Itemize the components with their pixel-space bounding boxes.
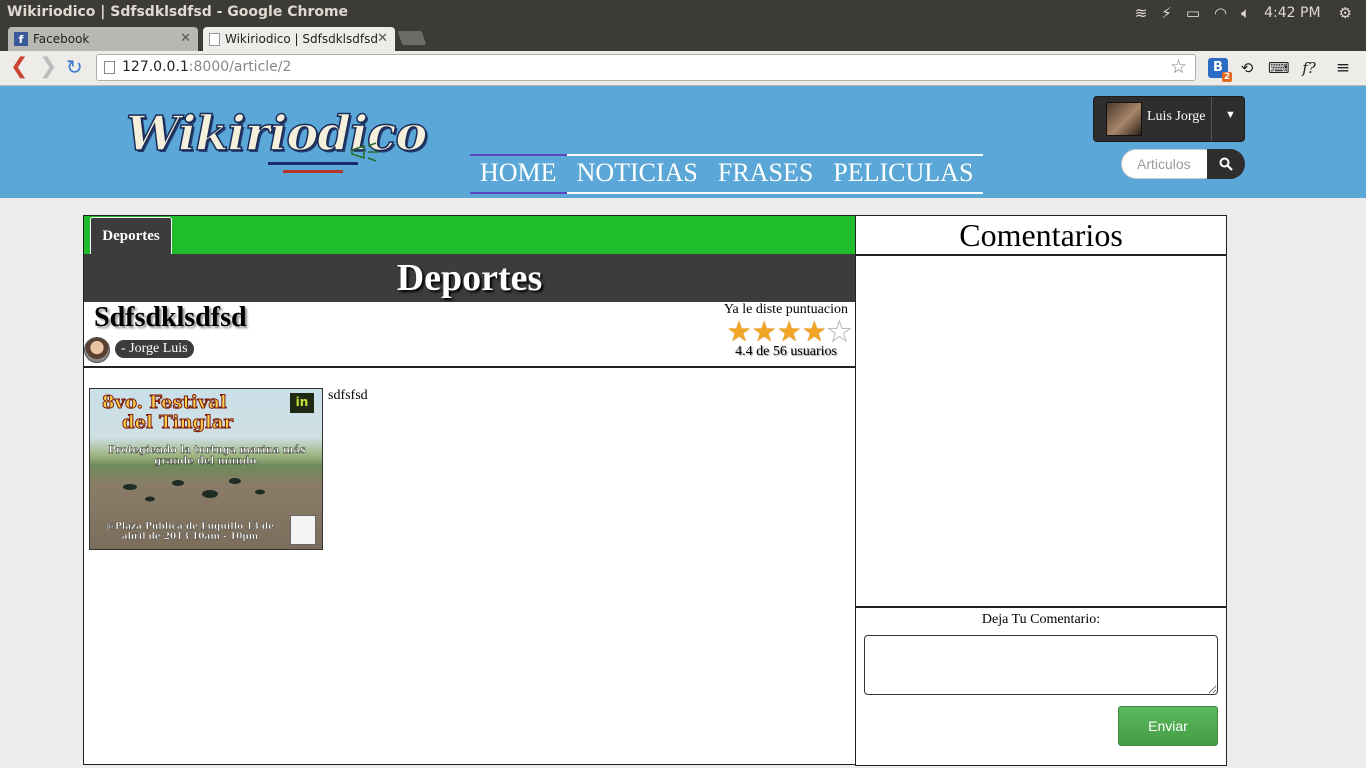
- author-badge[interactable]: - Jorge Luis: [115, 340, 194, 358]
- battery-icon[interactable]: ▭: [1186, 4, 1200, 22]
- poster-line: 8vo. Festival: [102, 392, 228, 413]
- url-host: 127.0.0.1: [122, 59, 189, 75]
- rating-summary: 4.4 de 56 usuarios: [735, 344, 837, 359]
- chevron-down-icon[interactable]: ▼: [1225, 109, 1236, 121]
- window-title: Wikiriodico | Sdfsdklsdfsd - Google Chro…: [7, 4, 349, 20]
- article-title: Sdfsdklsdfsd: [94, 302, 247, 333]
- nav-frases[interactable]: FRASES: [708, 156, 823, 192]
- font-extension-icon[interactable]: f?: [1299, 58, 1319, 78]
- tab-wikiriodico[interactable]: Wikiriodico | Sdfsdklsdfsd ✕: [203, 27, 395, 51]
- nav-home[interactable]: HOME: [470, 154, 567, 194]
- comment-textarea[interactable]: [864, 635, 1218, 695]
- keyboard-extension-icon[interactable]: ⌨: [1268, 58, 1290, 78]
- logo-text: Wikiriodico: [125, 105, 428, 163]
- avatar: [1106, 102, 1142, 136]
- turtles-illustration: [123, 478, 265, 502]
- page-icon: [209, 32, 220, 46]
- page-icon: [104, 61, 115, 74]
- poster-line: del Tinglar: [121, 412, 234, 433]
- category-strip: Deportes: [84, 216, 855, 254]
- extension-badge: 2: [1222, 72, 1232, 82]
- user-name: Luis Jorge: [1147, 109, 1206, 124]
- star-icon[interactable]: ★: [826, 316, 852, 347]
- divider: [1211, 97, 1212, 141]
- article-panel: Deportes Deportes Sdfsdklsdfsd - Jorge L…: [83, 215, 855, 765]
- window-title-bar: Wikiriodico | Sdfsdklsdfsd - Google Chro…: [0, 0, 1366, 25]
- system-tray: ≋ ⚡ ▭ ◠ 🔈︎ 4:42 PM ⚙: [1135, 0, 1366, 25]
- back-arrow-icon[interactable]: ❮: [10, 56, 28, 78]
- tab-label: Facebook: [33, 32, 90, 46]
- power-icon[interactable]: ⚡: [1161, 4, 1172, 22]
- site-logo[interactable]: Wikiriodico: [118, 104, 428, 184]
- wifi-icon[interactable]: ◠: [1214, 4, 1227, 22]
- bookmark-star-icon[interactable]: ☆: [1170, 56, 1187, 78]
- reload-icon[interactable]: ↻: [66, 56, 83, 78]
- poster-logo: in: [290, 393, 314, 413]
- new-tab-button[interactable]: [397, 31, 427, 45]
- close-icon[interactable]: ✕: [377, 31, 388, 46]
- facebook-icon: f: [14, 32, 28, 46]
- url-path: :8000/article/2: [188, 59, 292, 75]
- tab-strip: f Facebook ✕ Wikiriodico | Sdfsdklsdfsd …: [0, 25, 1366, 51]
- star-icon[interactable]: ★: [777, 317, 802, 347]
- tab-label: Wikiriodico | Sdfsdklsdfsd: [225, 32, 378, 46]
- author-avatar[interactable]: [84, 337, 110, 363]
- tab-facebook[interactable]: f Facebook ✕: [8, 27, 198, 51]
- star-rating[interactable]: ★ ★ ★ ★ ★: [726, 316, 852, 347]
- comment-label: Deja Tu Comentario:: [981, 612, 1101, 627]
- address-bar[interactable]: 127.0.0.1:8000/article/2 ☆: [96, 54, 1196, 81]
- poster-line: Protegiendo la tortuga marina más grande…: [108, 445, 306, 467]
- send-button[interactable]: Enviar: [1118, 706, 1218, 746]
- browser-toolbar: ❮ ❯ ↻ 127.0.0.1:8000/article/2 ☆ B2 ⟲ ⌨ …: [0, 51, 1366, 86]
- article-header: Sdfsdklsdfsd - Jorge Luis Ya le diste pu…: [84, 302, 855, 368]
- star-icon[interactable]: ★: [752, 317, 777, 347]
- star-icon[interactable]: ★: [726, 317, 751, 347]
- article-body: sdfsfsd: [328, 388, 368, 403]
- poster-line: @Plaza Pública de Luquillo 13 de abril d…: [106, 522, 274, 542]
- nav-peliculas[interactable]: PELICULAS: [823, 156, 983, 192]
- logo-stripe: [268, 162, 358, 165]
- search-input[interactable]: [1121, 149, 1209, 179]
- comments-list: [856, 256, 1226, 607]
- poster-sponsor-logo: [290, 515, 316, 545]
- search-icon: [1219, 157, 1233, 172]
- search-button[interactable]: [1207, 149, 1245, 179]
- comment-form: Deja Tu Comentario: Enviar: [856, 606, 1226, 767]
- site-header: Wikiriodico HOME NOTICIAS FRASES PELICUL…: [0, 86, 1366, 198]
- comments-panel: Comentarios Deja Tu Comentario: Enviar: [855, 215, 1227, 766]
- category-banner: Deportes: [84, 254, 855, 302]
- star-icon[interactable]: ★: [802, 317, 827, 347]
- close-icon[interactable]: ✕: [180, 31, 191, 46]
- volume-icon[interactable]: 🔈︎: [1241, 4, 1250, 22]
- sync-extension-icon[interactable]: ⟲: [1237, 58, 1257, 78]
- spotify-icon[interactable]: ≋: [1135, 4, 1148, 22]
- settings-gear-icon[interactable]: ⚙: [1339, 4, 1352, 22]
- comments-title: Comentarios: [856, 216, 1226, 256]
- megaphone-icon: [351, 142, 378, 162]
- forward-arrow-icon[interactable]: ❯: [39, 56, 57, 78]
- url-text[interactable]: 127.0.0.1:8000/article/2: [122, 59, 291, 75]
- menu-icon[interactable]: ≡: [1333, 58, 1353, 78]
- tab-category-deportes[interactable]: Deportes: [90, 217, 172, 254]
- clock[interactable]: 4:42 PM: [1264, 5, 1320, 21]
- nav-noticias[interactable]: NOTICIAS: [567, 156, 708, 192]
- logo-stripe: [283, 170, 343, 173]
- article-image: 8vo. Festival del Tinglar Protegiendo la…: [89, 388, 323, 550]
- main-nav: HOME NOTICIAS FRASES PELICULAS: [470, 154, 984, 194]
- user-menu-button[interactable]: Luis Jorge ▼: [1093, 96, 1245, 142]
- extension-b-icon[interactable]: B2: [1208, 58, 1232, 82]
